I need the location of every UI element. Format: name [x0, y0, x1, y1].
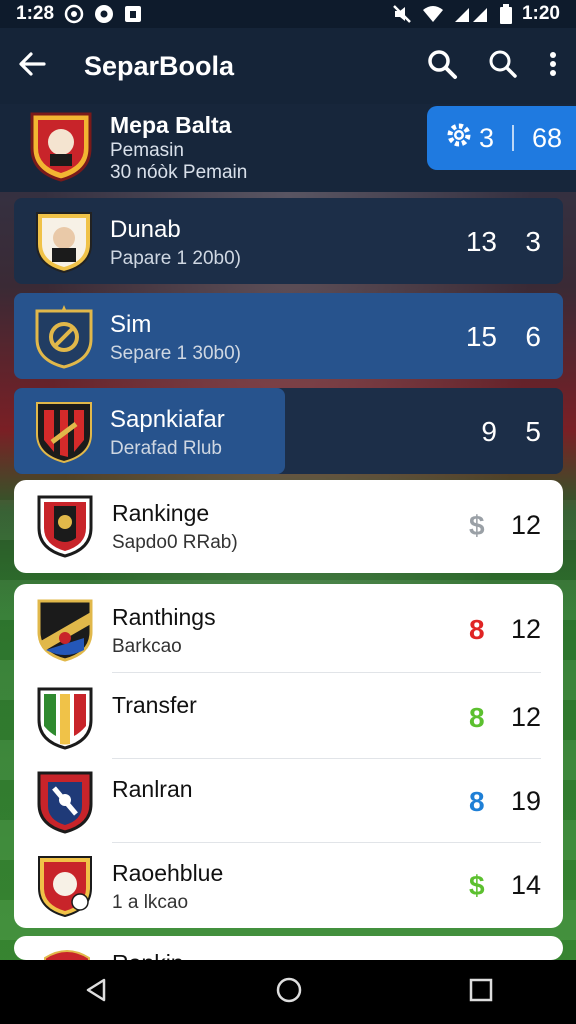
item-subtitle: Sapdo0 RRab) — [112, 532, 238, 553]
team-stat-primary: 13 — [465, 226, 497, 257]
item-name: Raoehblue — [112, 860, 224, 886]
more-options-icon[interactable] — [548, 51, 558, 82]
item-name: Ranthings — [112, 604, 216, 630]
trend-icon: 8 — [469, 786, 485, 817]
team-name: Sim — [110, 311, 152, 338]
team-card-dunab[interactable]: Dunab Papare 1 20b0) 13 3 — [14, 198, 563, 284]
item-name: Rankin — [112, 950, 184, 960]
list-item[interactable]: Transfer 8 12 — [14, 674, 563, 760]
status-bar: 1:28 1:20 — [0, 0, 576, 28]
signal-icon — [454, 5, 490, 23]
item-value: 14 — [510, 870, 541, 900]
team-subtitle: Papare 1 20b0) — [110, 248, 241, 269]
home-nav-icon[interactable] — [275, 976, 303, 1009]
mute-icon — [392, 4, 412, 24]
record-icon — [94, 4, 114, 24]
list-item[interactable]: Ranthings Barkcao 8 12 — [14, 586, 563, 672]
item-subtitle: Barkcao — [112, 636, 182, 657]
score-b: 68 — [532, 122, 563, 153]
score-divider — [512, 125, 515, 151]
row-divider — [112, 672, 541, 673]
team-name: Sapnkiafar — [110, 406, 225, 433]
trend-icon: $ — [469, 870, 485, 901]
trend-icon: 8 — [469, 702, 485, 733]
wifi-icon — [422, 5, 444, 23]
profile-caption: 30 nóòk Pemain — [110, 162, 248, 183]
item-value: 12 — [510, 510, 541, 540]
item-name: Rankinge — [112, 500, 210, 526]
item-name: Ranlran — [112, 776, 193, 802]
app-bar: SeparBoola — [0, 28, 576, 104]
team-crest-icon — [42, 946, 92, 960]
team-card-sapnkiafar[interactable]: Sapnkiafar Derafad Rlub 9 5 — [14, 388, 563, 474]
whatsapp-icon — [64, 4, 84, 24]
profile-header: Mepa Balta Pemasin 30 nóòk Pemain 3 68 — [0, 104, 576, 192]
trend-icon: $ — [469, 510, 485, 541]
profile-subtitle: Pemasin — [110, 140, 184, 161]
transfer-list-card: Ranthings Barkcao 8 12 Transfer 8 12 Ran… — [14, 584, 563, 928]
back-arrow-icon[interactable] — [18, 50, 46, 83]
list-item[interactable]: Raoehblue 1 a lkcao $ 14 — [14, 842, 563, 928]
team-stat-secondary: 3 — [525, 226, 541, 257]
profile-name: Mepa Balta — [110, 112, 232, 138]
profile-crest-icon — [28, 110, 94, 187]
battery-icon — [499, 4, 512, 24]
team-stat-secondary: 5 — [525, 416, 541, 447]
status-time-right: 1:20 — [521, 3, 560, 24]
item-subtitle: 1 a lkcao — [112, 892, 189, 913]
team-crest-icon — [36, 854, 94, 923]
team-name: Dunab — [110, 216, 181, 243]
search-icon[interactable] — [426, 48, 458, 85]
team-crest-icon — [36, 770, 94, 839]
team-crest-icon — [36, 494, 94, 563]
team-card-sim[interactable]: Sim Separe 1 30b0) 15 6 — [14, 293, 563, 379]
team-stat-primary: 9 — [481, 416, 497, 447]
status-time-left: 1:28 — [16, 3, 55, 24]
team-crest-icon — [36, 686, 94, 755]
list-item[interactable]: Rankinge Sapdo0 RRab) $ 12 — [14, 482, 563, 568]
item-value: 12 — [510, 702, 541, 732]
team-subtitle: Derafad Rlub — [110, 438, 222, 459]
rankings-card[interactable]: Rankinge Sapdo0 RRab) $ 12 — [14, 480, 563, 573]
item-value: 12 — [510, 614, 541, 644]
notification-icon — [124, 5, 142, 23]
partial-list-card[interactable]: Rankin — [14, 936, 563, 960]
item-name: Transfer — [112, 692, 197, 718]
team-crest-icon — [34, 305, 94, 374]
team-subtitle: Separe 1 30b0) — [110, 343, 241, 364]
team-stat-primary: 15 — [465, 321, 497, 352]
item-value: 19 — [510, 786, 541, 816]
settings-icon — [445, 121, 473, 156]
search-icon-secondary[interactable] — [488, 49, 518, 84]
recents-nav-icon[interactable] — [468, 977, 494, 1008]
team-stat-secondary: 6 — [525, 321, 541, 352]
team-crest-icon — [36, 598, 94, 667]
score-a: 3 — [479, 122, 495, 153]
list-item[interactable]: Ranlran 8 19 — [14, 758, 563, 844]
system-nav-bar — [0, 960, 576, 1024]
team-crest-icon — [34, 210, 94, 279]
score-pill[interactable]: 3 68 — [427, 106, 576, 170]
back-nav-icon[interactable] — [82, 976, 110, 1009]
trend-icon: 8 — [469, 614, 485, 645]
team-crest-icon — [34, 400, 94, 469]
app-title: SeparBoola — [84, 50, 235, 81]
